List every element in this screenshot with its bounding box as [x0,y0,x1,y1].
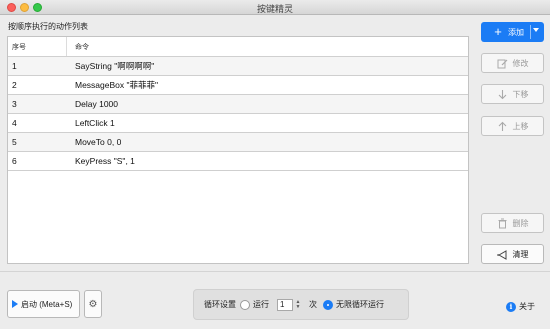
column-header-seq[interactable]: 序号 [8,37,67,56]
title-bar: 按键精灵 [0,0,550,15]
move-up-label: 上移 [512,121,529,131]
loop-settings-panel: 循环设置 运行 1 ▲ ▼ 次 无限循环运行 [193,289,409,320]
run-count-radio[interactable] [240,299,250,310]
start-label: 启动 (Meta+S) [21,299,73,309]
plus-icon: + [494,24,502,39]
row-command: MoveTo 0, 0 [75,137,122,147]
play-icon [12,300,18,308]
table-row[interactable]: 3 Delay 1000 [8,95,468,114]
add-button[interactable]: + 添加 [481,22,544,42]
action-list-label: 按顺序执行的动作列表 [8,22,88,31]
dropdown-caret-icon[interactable] [533,28,539,32]
table-header: 序号 命令 [8,37,468,57]
row-command: MessageBox "菲菲菲" [75,80,159,90]
row-command: SayString "啊啊啊啊" [75,61,155,71]
edit-button-label: 修改 [512,58,529,68]
times-label: 次 [309,300,317,309]
table-row[interactable]: 6 KeyPress "S", 1 [8,152,468,171]
bottom-divider [0,271,550,272]
row-command: LeftClick 1 [75,118,115,128]
arrow-up-icon [497,120,509,132]
row-seq: 3 [12,99,17,109]
clear-label: 清理 [512,249,529,259]
table-row[interactable]: 2 MessageBox "菲菲菲" [8,76,468,95]
column-header-cmd[interactable]: 命令 [67,37,468,56]
row-seq: 5 [12,137,17,147]
stepper-down-icon[interactable]: ▼ [296,304,301,310]
run-label: 运行 [253,300,269,309]
move-down-button[interactable]: 下移 [481,84,544,104]
trash-icon [497,217,509,229]
table-row[interactable]: 5 MoveTo 0, 0 [8,133,468,152]
edit-button[interactable]: 修改 [481,53,544,73]
start-button[interactable]: 启动 (Meta+S) [7,290,80,318]
clear-button[interactable]: 清理 [481,244,544,264]
delete-label: 删除 [512,218,529,228]
add-button-label: 添加 [508,27,524,37]
run-count-stepper[interactable]: ▲ ▼ [295,299,301,311]
infinite-loop-radio[interactable] [323,299,333,310]
loop-settings-label: 循环设置 [204,300,236,309]
run-count-input[interactable]: 1 [277,298,293,311]
row-seq: 2 [12,80,17,90]
about-label: 关于 [519,302,535,311]
broom-icon [497,248,509,260]
gear-icon: ⚙ [88,298,98,310]
row-seq: 1 [12,61,17,71]
action-table: 序号 命令 1 SayString "啊啊啊啊" 2 MessageBox "菲… [7,36,469,264]
table-row[interactable]: 1 SayString "啊啊啊啊" [8,57,468,76]
table-row[interactable]: 4 LeftClick 1 [8,114,468,133]
row-command: KeyPress "S", 1 [75,156,135,166]
row-command: Delay 1000 [75,99,119,109]
infinite-loop-label: 无限循环运行 [336,300,384,309]
window-title: 按键精灵 [256,4,293,14]
move-down-label: 下移 [512,89,529,99]
delete-button[interactable]: 删除 [481,213,544,233]
move-up-button[interactable]: 上移 [481,116,544,136]
split-divider [530,25,531,39]
about-link[interactable]: i 关于 [506,301,535,312]
settings-button[interactable]: ⚙ [84,290,102,318]
edit-icon [497,57,509,69]
arrow-down-icon [497,88,509,100]
row-seq: 4 [12,118,17,128]
info-icon: i [506,301,516,312]
row-seq: 6 [12,156,17,166]
